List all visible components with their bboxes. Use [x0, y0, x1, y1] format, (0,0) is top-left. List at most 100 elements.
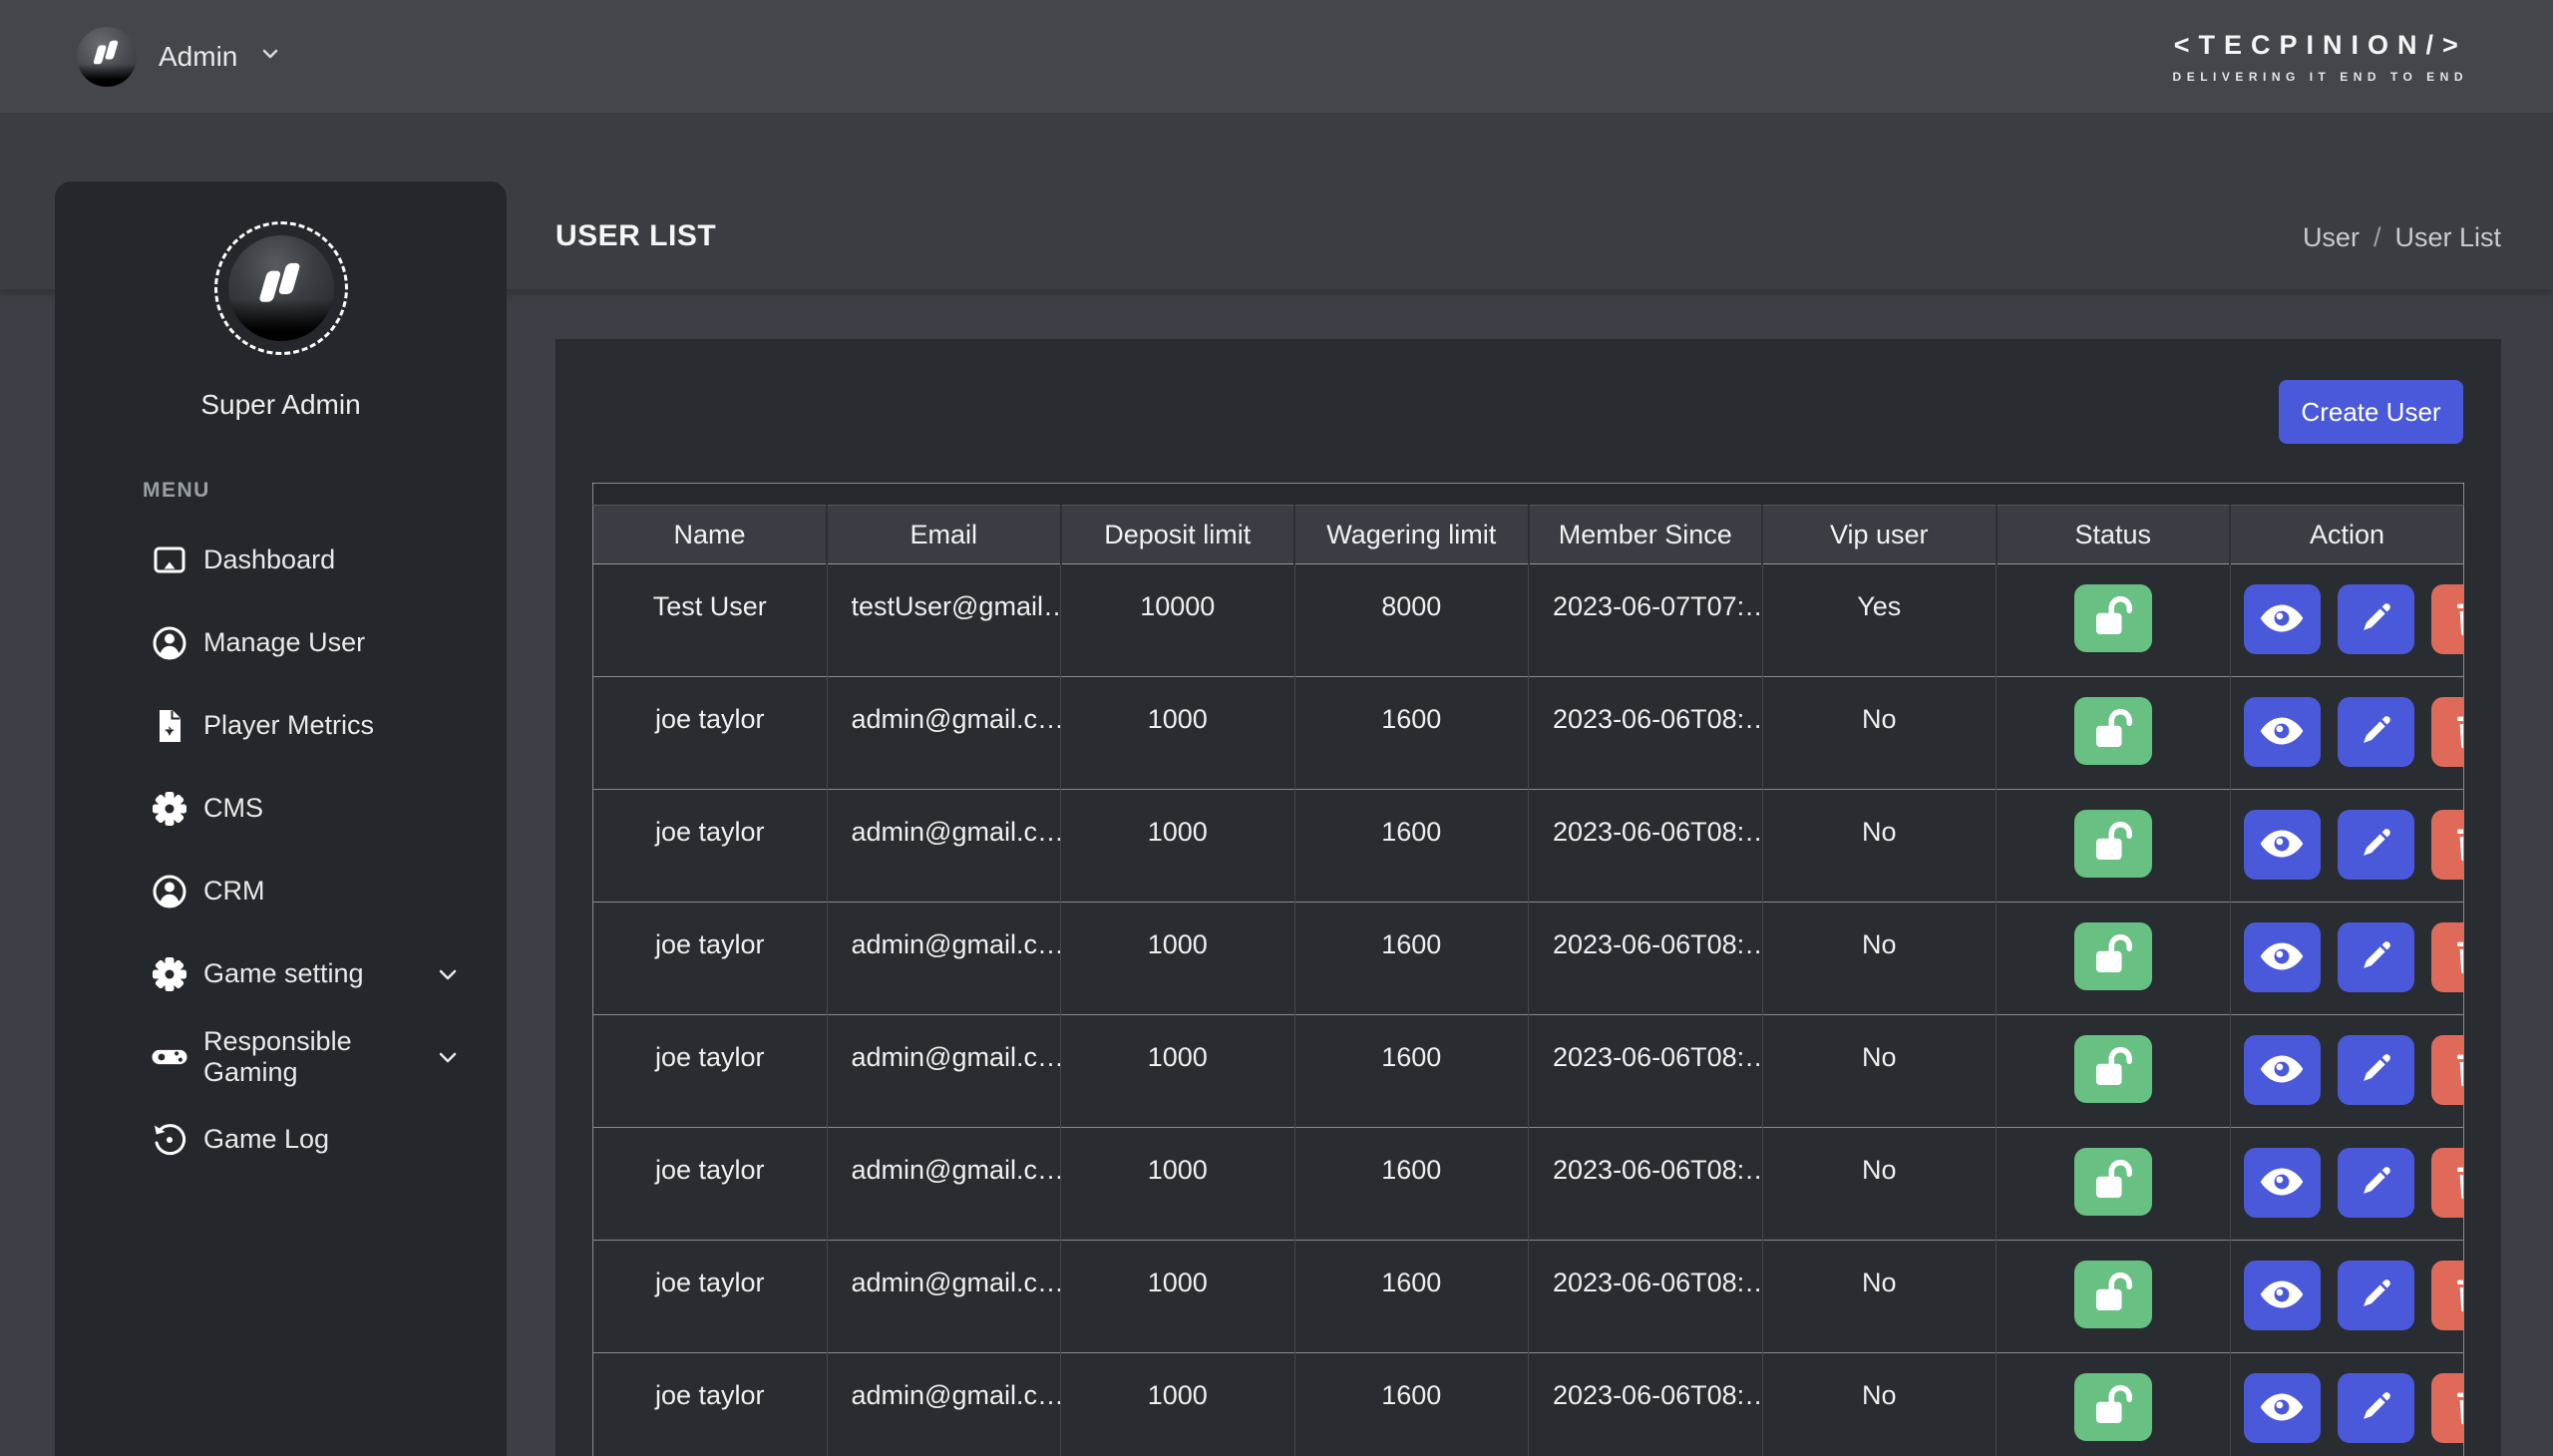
cell-action [2229, 789, 2464, 903]
status-unlock-button[interactable] [2073, 1261, 2152, 1328]
sidebar-item-game-log[interactable]: Game Log [55, 1098, 507, 1181]
view-button[interactable] [2243, 810, 2321, 880]
cell-name: joe taylor [654, 1155, 765, 1185]
sidebar-item-player-metrics[interactable]: Player Metrics [55, 684, 507, 767]
sidebar-item-label: Game Log [203, 1124, 330, 1154]
table-row: joe taylor admin@gmail.c… 1000 1600 2023-06-… [592, 1014, 2464, 1128]
edit-button[interactable] [2337, 697, 2414, 767]
sidebar-item-game-setting[interactable]: Game setting [55, 932, 507, 1015]
sidebar-item-cms[interactable]: CMS [55, 767, 507, 850]
view-button[interactable] [2243, 1261, 2321, 1330]
cell-wagering: 1600 [1293, 1127, 1529, 1241]
sidebar: Super Admin MENU Dashboard Manage User Pla… [55, 182, 507, 1456]
cell-wagering: 1600 [1293, 902, 1529, 1015]
delete-button[interactable] [2430, 1261, 2463, 1330]
sidebar-item-manage-user[interactable]: Manage User [55, 601, 507, 684]
cell-email: admin@gmail.c… [826, 1127, 1061, 1241]
view-button[interactable] [2243, 584, 2321, 654]
user-table-wrap: Name Email Deposit limit Wagering limit Memb… [592, 483, 2464, 1456]
menu-section-label: MENU [143, 479, 210, 502]
trash-icon [2449, 597, 2463, 642]
eye-icon [2259, 827, 2305, 864]
sidebar-item-crm[interactable]: CRM [55, 850, 507, 932]
cell-vip: No [1761, 1127, 1997, 1241]
delete-button[interactable] [2430, 1035, 2463, 1105]
cell-member-since: 2023-06-06T08:… [1528, 902, 1762, 1015]
cell-deposit: 1000 [1060, 902, 1294, 1015]
view-button[interactable] [2243, 697, 2321, 767]
sidebar-menu: Dashboard Manage User Player Metrics CMS CRM… [55, 519, 507, 1181]
sidebar-item-responsible-gaming[interactable]: Responsible Gaming [55, 1015, 507, 1098]
edit-button[interactable] [2337, 1035, 2414, 1105]
trash-icon [2449, 823, 2463, 868]
delete-button[interactable] [2430, 697, 2463, 767]
eye-icon [2259, 939, 2305, 976]
tecpinion-logo-mark-icon [90, 35, 124, 74]
cell-email: admin@gmail.c… [826, 1014, 1061, 1128]
unlock-icon [2085, 932, 2141, 981]
cell-wagering: 8000 [1293, 563, 1529, 677]
cell-email: admin@gmail.c… [826, 902, 1061, 1015]
column-header-deposit-limit: Deposit limit [1059, 505, 1294, 564]
avatar-ring [213, 221, 348, 355]
table-spacer-row [592, 483, 2464, 506]
view-button[interactable] [2243, 922, 2321, 992]
pencil-icon [2356, 1274, 2395, 1317]
cell-deposit: 1000 [1060, 1240, 1294, 1353]
breadcrumb-parent-link[interactable]: User [2303, 222, 2360, 253]
delete-button[interactable] [2430, 810, 2463, 880]
edit-button[interactable] [2337, 584, 2414, 654]
table-row: joe taylor admin@gmail.c… 1000 1600 2023-06-… [592, 1127, 2464, 1241]
edit-button[interactable] [2337, 1261, 2414, 1330]
status-unlock-button[interactable] [2073, 810, 2152, 878]
cell-action [2229, 1240, 2464, 1353]
cell-action [2229, 1127, 2464, 1241]
chevron-down-icon [437, 1046, 459, 1068]
cell-email: admin@gmail.c… [826, 676, 1061, 790]
person-circle-icon [152, 874, 187, 910]
edit-button[interactable] [2337, 1373, 2414, 1443]
pencil-icon [2356, 711, 2395, 754]
cell-status [1996, 1352, 2230, 1456]
status-unlock-button[interactable] [2073, 1148, 2152, 1216]
profile-block: Super Admin [55, 221, 507, 421]
delete-button[interactable] [2430, 1148, 2463, 1218]
view-button[interactable] [2243, 1148, 2321, 1218]
pencil-icon [2356, 1049, 2395, 1092]
unlock-icon [2085, 1158, 2141, 1207]
cell-email: admin@gmail.c… [826, 1352, 1061, 1456]
create-user-button[interactable]: Create User [2279, 380, 2463, 444]
admin-dropdown[interactable]: Admin [77, 26, 281, 87]
delete-button[interactable] [2430, 1373, 2463, 1443]
view-button[interactable] [2243, 1373, 2321, 1443]
table-row: joe taylor admin@gmail.c… 1000 1600 2023-06-… [592, 1240, 2464, 1353]
sidebar-item-label: Manage User [203, 627, 366, 657]
status-unlock-button[interactable] [2073, 584, 2152, 652]
admin-label: Admin [159, 40, 238, 72]
status-unlock-button[interactable] [2073, 697, 2152, 765]
cell-status [1996, 676, 2230, 790]
gear-icon [152, 956, 187, 992]
breadcrumb: User / User List [2303, 222, 2501, 253]
cell-status [1996, 902, 2230, 1015]
status-unlock-button[interactable] [2073, 1373, 2152, 1441]
cell-deposit: 10000 [1060, 563, 1294, 677]
edit-button[interactable] [2337, 922, 2414, 992]
edit-button[interactable] [2337, 810, 2414, 880]
edit-button[interactable] [2337, 1148, 2414, 1218]
cell-deposit: 1000 [1060, 789, 1294, 903]
trash-icon [2449, 1048, 2463, 1093]
delete-button[interactable] [2430, 584, 2463, 654]
status-unlock-button[interactable] [2073, 922, 2152, 990]
unlock-icon [2085, 707, 2141, 756]
trash-icon [2449, 1386, 2463, 1431]
cell-vip: No [1761, 1352, 1997, 1456]
eye-icon [2259, 1165, 2305, 1202]
sidebar-item-dashboard[interactable]: Dashboard [55, 519, 507, 601]
delete-button[interactable] [2430, 922, 2463, 992]
top-navbar: Admin <TECPINION/> DELIVERING IT END TO … [0, 0, 2553, 114]
view-button[interactable] [2243, 1035, 2321, 1105]
cell-wagering: 1600 [1293, 1352, 1529, 1456]
eye-icon [2259, 1052, 2305, 1089]
status-unlock-button[interactable] [2073, 1035, 2152, 1103]
